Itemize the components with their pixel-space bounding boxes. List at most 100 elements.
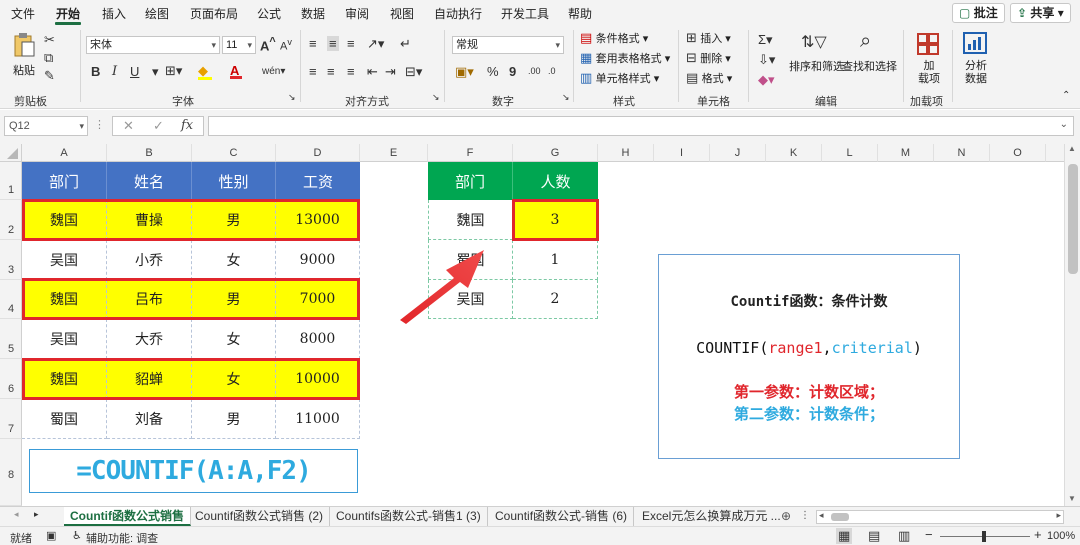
conditional-formatting-button[interactable]: ▤ 条件格式 ▾ <box>580 30 648 46</box>
tab-insert[interactable]: 插入 <box>102 5 126 22</box>
sort-filter-button[interactable]: ⇅▽ 排序和筛选 <box>789 30 844 74</box>
column-header-k[interactable]: K <box>766 144 822 162</box>
shrink-font-icon[interactable]: Av <box>280 37 292 53</box>
cut-icon[interactable]: ✂ <box>44 32 55 48</box>
table-cell[interactable]: 13000 <box>276 200 360 240</box>
name-box[interactable]: Q12 ▾ <box>4 116 88 136</box>
table-cell[interactable]: 女 <box>192 319 276 359</box>
macro-record-icon[interactable]: ▣ <box>46 529 56 542</box>
count-table-cell[interactable]: 1 <box>513 240 598 280</box>
collapse-ribbon-icon[interactable]: ⌃ <box>1062 90 1070 101</box>
number-format-select[interactable]: 常规 ▾ <box>452 36 564 54</box>
horizontal-scrollbar[interactable]: ◂ ▸ <box>816 510 1064 524</box>
horizontal-scroll-thumb[interactable] <box>831 513 849 521</box>
comment-button[interactable]: ▢ 批注 <box>952 3 1005 23</box>
table-header-name[interactable]: 姓名 <box>107 162 192 200</box>
autosum-icon[interactable]: Σ▾ <box>758 32 773 48</box>
table-cell[interactable]: 男 <box>192 200 276 240</box>
clear-icon[interactable]: ◆▾ <box>758 72 775 88</box>
table-cell[interactable]: 女 <box>192 359 276 399</box>
table-cell[interactable]: 小乔 <box>107 240 192 280</box>
zoom-level[interactable]: 100% <box>1047 530 1075 542</box>
share-button[interactable]: ⇪ 共享 ▾ <box>1010 3 1071 23</box>
column-header-f[interactable]: F <box>428 144 513 162</box>
row-header-1[interactable]: 1 <box>0 162 22 200</box>
table-cell[interactable]: 吴国 <box>22 240 107 280</box>
worksheet-grid[interactable]: A B C D E F G H I J K L M N O 1 2 3 4 5 … <box>0 144 1080 506</box>
align-right-icon[interactable]: ≡ <box>347 64 355 79</box>
normal-view-icon[interactable]: ▦ <box>836 528 853 544</box>
sheet-tab-countif-sales[interactable]: Countif函数公式销售 <box>64 507 191 526</box>
table-cell[interactable]: 吕布 <box>107 280 192 319</box>
table-header-salary[interactable]: 工资 <box>276 162 360 200</box>
scroll-right-icon[interactable]: ▸ <box>1056 510 1061 521</box>
copy-icon[interactable]: ⧉ <box>44 50 53 66</box>
fill-color-icon[interactable]: ◆ <box>198 63 212 80</box>
align-bottom-icon[interactable]: ≡ <box>347 36 355 51</box>
vertical-scrollbar[interactable]: ▲ ▼ <box>1064 144 1080 506</box>
table-cell[interactable]: 魏国 <box>22 200 107 240</box>
add-sheet-icon[interactable]: ⊕ <box>781 509 791 523</box>
format-as-table-button[interactable]: ▦ 套用表格格式 ▾ <box>580 50 670 66</box>
table-cell[interactable]: 刘备 <box>107 399 192 439</box>
column-header-j[interactable]: J <box>710 144 766 162</box>
table-cell[interactable]: 男 <box>192 399 276 439</box>
sheet-tab-countifs-sales1-3[interactable]: Countifs函数公式-销售1 (3) <box>330 507 488 526</box>
table-cell[interactable]: 貂蝉 <box>107 359 192 399</box>
fill-icon[interactable]: ⇩▾ <box>758 52 775 68</box>
wrap-text-icon[interactable]: ↵ <box>400 36 411 52</box>
scroll-down-icon[interactable]: ▼ <box>1068 494 1076 503</box>
align-top-icon[interactable]: ≡ <box>309 36 317 51</box>
count-table-header-dept[interactable]: 部门 <box>428 162 513 200</box>
zoom-slider-thumb[interactable] <box>982 531 986 542</box>
tab-page-layout[interactable]: 页面布局 <box>190 5 238 22</box>
more-sheets-icon[interactable]: ⋮ <box>800 510 810 521</box>
insert-cells-button[interactable]: ⊞ 插入 ▾ <box>686 30 731 46</box>
column-header-b[interactable]: B <box>107 144 192 162</box>
increase-decimal-icon[interactable]: .00 <box>528 66 541 76</box>
insert-function-button[interactable]: fx <box>181 118 193 133</box>
font-name-select[interactable]: 宋体 ▾ <box>86 36 220 54</box>
column-header-a[interactable]: A <box>22 144 107 162</box>
column-header-n[interactable]: N <box>934 144 990 162</box>
tab-developer[interactable]: 开发工具 <box>501 5 549 22</box>
orientation-icon[interactable]: ↗▾ <box>367 36 384 52</box>
zoom-out-button[interactable]: − <box>925 527 933 542</box>
sheet-tab-countif-sales-6[interactable]: Countif函数公式-销售 (6) <box>489 507 635 526</box>
align-center-icon[interactable]: ≡ <box>327 64 335 79</box>
table-header-gender[interactable]: 性别 <box>192 162 276 200</box>
row-header-7[interactable]: 7 <box>0 399 22 439</box>
table-cell[interactable]: 魏国 <box>22 359 107 399</box>
formula-input[interactable]: ⌄ <box>208 116 1074 136</box>
grow-font-icon[interactable]: A^ <box>260 36 276 53</box>
row-header-4[interactable]: 4 <box>0 280 22 319</box>
select-all-corner[interactable] <box>0 144 22 162</box>
alignment-dialog-launcher-icon[interactable]: ↘ <box>432 92 440 103</box>
table-cell[interactable]: 8000 <box>276 319 360 359</box>
font-size-select[interactable]: 11 ▾ <box>222 36 256 54</box>
tab-view[interactable]: 视图 <box>390 5 414 22</box>
tab-file[interactable]: 文件 <box>11 5 35 22</box>
bold-button[interactable]: B <box>91 64 100 79</box>
table-cell[interactable]: 女 <box>192 240 276 280</box>
add-ins-button[interactable]: 加 载项 <box>912 30 944 86</box>
number-dialog-launcher-icon[interactable]: ↘ <box>562 92 570 103</box>
paste-button[interactable]: 粘贴 <box>8 32 40 82</box>
row-header-8[interactable]: 8 <box>0 439 22 506</box>
tab-data[interactable]: 数据 <box>301 5 325 22</box>
row-header-6[interactable]: 6 <box>0 359 22 399</box>
italic-button[interactable]: I <box>112 64 117 79</box>
more-options-icon[interactable]: ⋮ <box>94 118 105 131</box>
merge-center-icon[interactable]: ⊟▾ <box>405 64 422 80</box>
enter-icon[interactable]: ✓ <box>153 118 164 134</box>
next-sheet-icon[interactable]: ▸ <box>34 509 39 520</box>
vertical-scroll-thumb[interactable] <box>1068 164 1078 274</box>
tab-formulas[interactable]: 公式 <box>257 5 281 22</box>
analyze-data-button[interactable]: 分析 数据 <box>960 30 992 86</box>
delete-cells-button[interactable]: ⊟ 删除 ▾ <box>686 50 731 66</box>
page-layout-view-icon[interactable]: ▤ <box>868 528 880 544</box>
scroll-up-icon[interactable]: ▲ <box>1068 144 1076 153</box>
tab-help[interactable]: 帮助 <box>568 5 592 22</box>
column-header-e[interactable]: E <box>360 144 428 162</box>
decrease-decimal-icon[interactable]: .0 <box>548 66 556 76</box>
